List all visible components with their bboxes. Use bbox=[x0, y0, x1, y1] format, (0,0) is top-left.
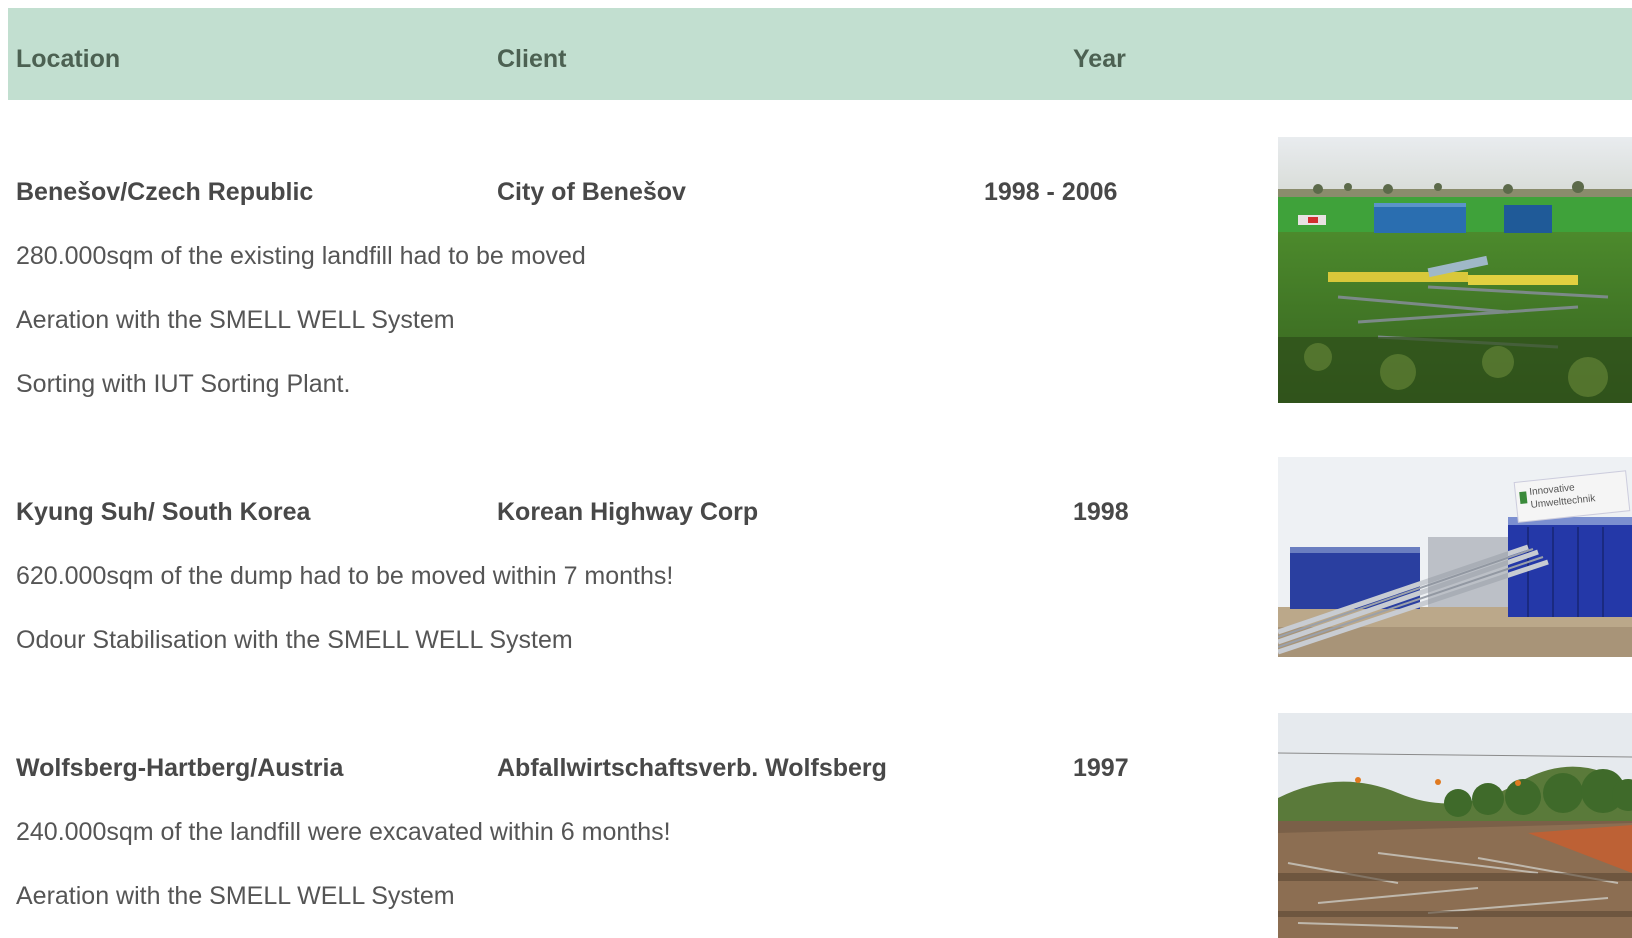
project-description: Odour Stabilisation with the SMELL WELL … bbox=[16, 626, 573, 654]
project-description: Sorting with IUT Sorting Plant. bbox=[16, 370, 351, 398]
project-year: 1997 bbox=[1073, 754, 1129, 782]
header-location: Location bbox=[16, 45, 121, 73]
page: Location Client Year Benešov/Czech Repub… bbox=[0, 0, 1632, 938]
header-client: Client bbox=[497, 45, 567, 73]
table-header bbox=[8, 8, 1632, 100]
project-description: Aeration with the SMELL WELL System bbox=[16, 882, 455, 910]
project-description: Aeration with the SMELL WELL System bbox=[16, 306, 455, 334]
project-photo-benesov bbox=[1278, 137, 1632, 403]
project-location: Kyung Suh/ South Korea bbox=[16, 498, 311, 526]
project-year: 1998 - 2006 bbox=[984, 178, 1118, 206]
header-year: Year bbox=[1073, 45, 1126, 73]
project-photo-kyung-suh: Innovative Umwelttechnik bbox=[1278, 457, 1632, 657]
project-location: Wolfsberg-Hartberg/Austria bbox=[16, 754, 344, 782]
project-description: 240.000sqm of the landfill were excavate… bbox=[16, 818, 671, 846]
project-description: 620.000sqm of the dump had to be moved w… bbox=[16, 562, 674, 590]
project-client: Abfallwirtschaftsverb. Wolfsberg bbox=[497, 754, 887, 782]
project-year: 1998 bbox=[1073, 498, 1129, 526]
project-photo-wolfsberg bbox=[1278, 713, 1632, 938]
project-client: Korean Highway Corp bbox=[497, 498, 759, 526]
project-client: City of Benešov bbox=[497, 178, 686, 206]
project-description: 280.000sqm of the existing landfill had … bbox=[16, 242, 586, 270]
project-location: Benešov/Czech Republic bbox=[16, 178, 314, 206]
